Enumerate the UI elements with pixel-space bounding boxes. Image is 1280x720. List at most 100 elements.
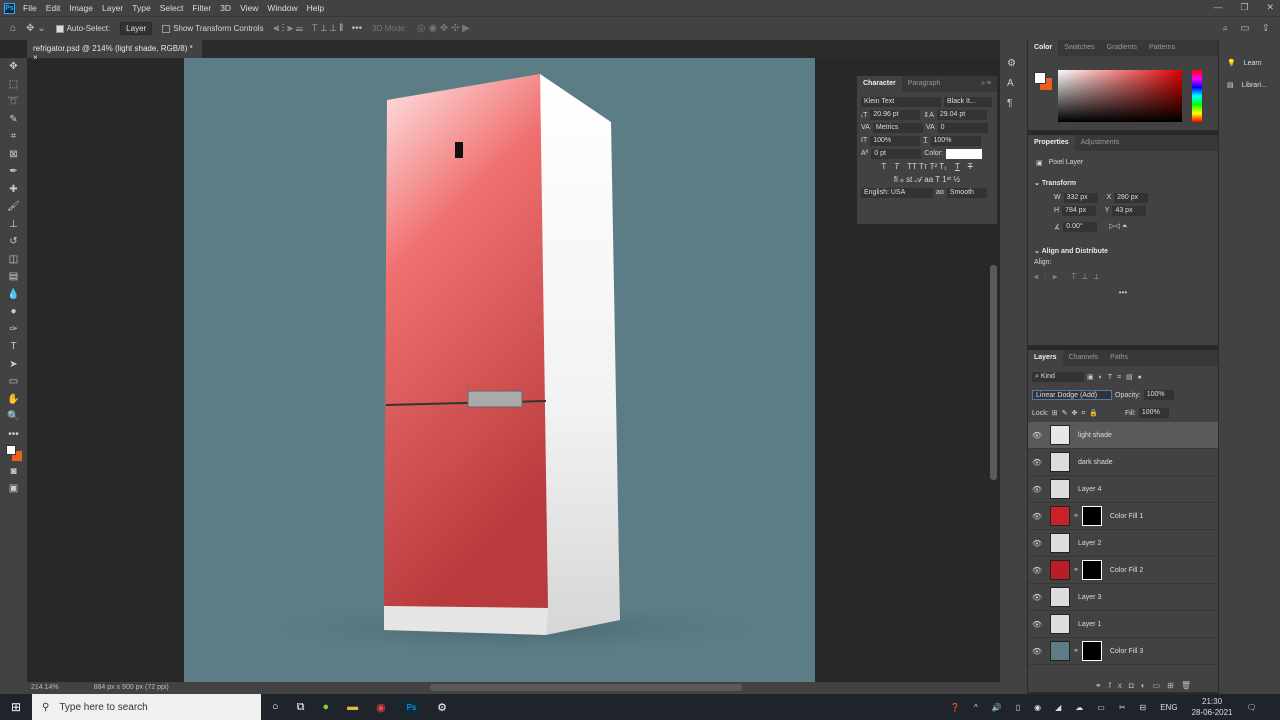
home-icon[interactable]: ⌂ xyxy=(10,23,16,34)
shape-tool-icon[interactable]: ▭ xyxy=(9,375,18,389)
eyedropper-tool-icon[interactable]: ✒ xyxy=(9,165,17,179)
link-icon[interactable]: ⚭ xyxy=(1073,647,1079,655)
visibility-eye-icon[interactable]: 👁 xyxy=(1028,593,1046,602)
tab-properties[interactable]: Properties xyxy=(1028,135,1075,151)
gradient-tool-icon[interactable]: ▤ xyxy=(9,270,18,284)
layer-row[interactable]: 👁 Layer 1 xyxy=(1028,611,1218,638)
font-size-field[interactable]: 20.96 pt xyxy=(870,109,921,120)
layer-row[interactable]: 👁 light shade xyxy=(1028,422,1218,449)
antialias-select[interactable]: Smooth xyxy=(946,187,987,198)
auto-select-dropdown[interactable]: Layer xyxy=(120,22,153,35)
character-panel-icon[interactable]: A xyxy=(1007,74,1027,94)
close-tab-icon[interactable]: × xyxy=(33,53,38,62)
app-icon[interactable]: ● xyxy=(323,701,330,714)
tab-channels[interactable]: Channels xyxy=(1063,350,1105,366)
flip-icons[interactable]: ▷◁ ⏶ xyxy=(1109,222,1127,231)
marquee-tool-icon[interactable]: ⬚ xyxy=(9,78,18,92)
auto-select-checkbox[interactable]: Auto-Select: xyxy=(55,24,110,33)
baseline-shift-field[interactable]: 0 pt xyxy=(871,148,922,159)
fg-bg-swatches[interactable] xyxy=(1034,72,1052,90)
more-options-icon[interactable]: ••• xyxy=(1028,288,1218,297)
taskbar-search[interactable]: ⚲ Type here to search xyxy=(32,694,261,720)
document-tab[interactable]: refrigator.psd @ 214% (light shade, RGB/… xyxy=(27,40,202,62)
angle-field[interactable]: 0.00° xyxy=(1063,221,1098,232)
language-select[interactable]: English: USA xyxy=(861,187,933,198)
menu-type[interactable]: Type xyxy=(132,3,150,13)
layer-mask-thumbnail[interactable] xyxy=(1081,560,1102,580)
volume-icon[interactable]: 🔊 xyxy=(992,703,1002,712)
menu-file[interactable]: File xyxy=(23,3,37,13)
zoom-level[interactable]: 214.14% xyxy=(31,684,59,692)
visibility-eye-icon[interactable]: 👁 xyxy=(1028,566,1046,575)
tab-paths[interactable]: Paths xyxy=(1104,350,1134,366)
layer-name[interactable]: Color Fill 2 xyxy=(1110,567,1143,574)
crop-tool-icon[interactable]: ⌗ xyxy=(11,130,17,144)
screen-mode-icon[interactable]: ▣ xyxy=(9,482,18,496)
menu-select[interactable]: Select xyxy=(160,3,184,13)
link-icon[interactable]: ⚭ xyxy=(1073,566,1079,574)
menu-edit[interactable]: Edit xyxy=(46,3,61,13)
help-icon[interactable]: ❓ xyxy=(950,703,960,712)
blend-mode-select[interactable]: Linear Dodge (Add) xyxy=(1032,390,1112,400)
tab-gradients[interactable]: Gradients xyxy=(1101,40,1143,56)
layer-actions[interactable]: ⚭fx◘◐▭⊞🗑 xyxy=(1095,681,1198,690)
tray-chevron-icon[interactable]: ^ xyxy=(974,703,978,712)
y-field[interactable]: 43 px xyxy=(1112,205,1147,216)
opentype-buttons[interactable]: ﬁ ℴ st 𝒜 aa T 1ˢᵗ ½ xyxy=(857,173,997,186)
workspace-icon[interactable]: ▭ xyxy=(1240,23,1249,34)
onedrive-icon[interactable]: ☁ xyxy=(1075,703,1083,712)
layer-name[interactable]: Layer 2 xyxy=(1078,540,1101,547)
blur-tool-icon[interactable]: 💧 xyxy=(7,288,19,302)
stamp-tool-icon[interactable]: ⊥ xyxy=(9,218,18,232)
cortana-icon[interactable]: ○ xyxy=(272,701,279,714)
font-family-select[interactable]: Klein Text xyxy=(861,96,941,107)
lasso-tool-icon[interactable]: ➰ xyxy=(7,95,19,109)
layer-name[interactable]: Layer 3 xyxy=(1078,594,1101,601)
kerning-field[interactable]: Metrics xyxy=(872,122,923,133)
history-brush-icon[interactable]: ↺ xyxy=(9,235,17,249)
healing-tool-icon[interactable]: ✚ xyxy=(9,183,17,197)
pen-tool-icon[interactable]: ✑ xyxy=(9,323,17,337)
filter-icons[interactable]: ▣◐T⌗▤● xyxy=(1087,373,1147,382)
layer-row[interactable]: 👁 ⚭ Color Fill 1 xyxy=(1028,503,1218,530)
search-icon[interactable]: ⌕ xyxy=(1223,23,1229,34)
layer-name[interactable]: dark shade xyxy=(1078,459,1113,466)
show-transform-checkbox[interactable]: Show Transform Controls xyxy=(162,24,263,33)
menu-3d[interactable]: 3D xyxy=(220,3,231,13)
libraries-button[interactable]: ▤ Librari... xyxy=(1219,74,1280,96)
battery-icon[interactable]: ▯ xyxy=(1016,703,1020,712)
layer-mask-thumbnail[interactable] xyxy=(1081,641,1102,661)
horizontal-scale-field[interactable]: 100% xyxy=(930,135,981,146)
minimize-icon[interactable]: — xyxy=(1213,2,1222,13)
layer-name[interactable]: light shade xyxy=(1078,432,1112,439)
font-style-select[interactable]: Black It... xyxy=(944,96,992,107)
visibility-eye-icon[interactable]: 👁 xyxy=(1028,647,1046,656)
x-field[interactable]: 280 px xyxy=(1114,192,1149,203)
layer-row[interactable]: 👁 ⚭ Color Fill 2 xyxy=(1028,557,1218,584)
text-color-swatch[interactable] xyxy=(945,148,982,159)
layer-name[interactable]: Layer 4 xyxy=(1078,486,1101,493)
menu-view[interactable]: View xyxy=(240,3,258,13)
windows-start-icon[interactable]: ⊞ xyxy=(0,700,32,714)
layer-row[interactable]: 👁 dark shade xyxy=(1028,449,1218,476)
layer-row[interactable]: 👁 Layer 4 xyxy=(1028,476,1218,503)
3d-tools-icons[interactable]: ◎ ◉ ✥ ✣ ▶ xyxy=(417,23,470,34)
hue-slider[interactable] xyxy=(1192,70,1202,122)
menu-window[interactable]: Window xyxy=(267,3,297,13)
tray-app-icon-3[interactable]: ✂ xyxy=(1119,703,1126,712)
layer-name[interactable]: Color Fill 3 xyxy=(1110,648,1143,655)
transform-section[interactable]: ⌄ Transform xyxy=(1028,175,1218,191)
tab-color[interactable]: Color xyxy=(1028,40,1059,56)
layer-row[interactable]: 👁 Layer 2 xyxy=(1028,530,1218,557)
tab-paragraph[interactable]: Paragraph xyxy=(902,76,947,92)
vertical-scale-field[interactable]: 100% xyxy=(870,135,921,146)
file-explorer-icon[interactable]: ▬ xyxy=(347,701,358,714)
menu-help[interactable]: Help xyxy=(307,3,324,13)
menu-layer[interactable]: Layer xyxy=(102,3,123,13)
frame-tool-icon[interactable]: ⊠ xyxy=(9,148,17,162)
notifications-icon[interactable]: 🗨 xyxy=(1246,703,1256,712)
dodge-tool-icon[interactable]: ● xyxy=(10,305,16,319)
align-section[interactable]: ⌄ Align and Distribute xyxy=(1028,243,1218,259)
align-buttons[interactable]: ⫷⫶⫸ ⊤⊥⊥ xyxy=(1028,266,1218,288)
tab-swatches[interactable]: Swatches xyxy=(1058,40,1100,56)
